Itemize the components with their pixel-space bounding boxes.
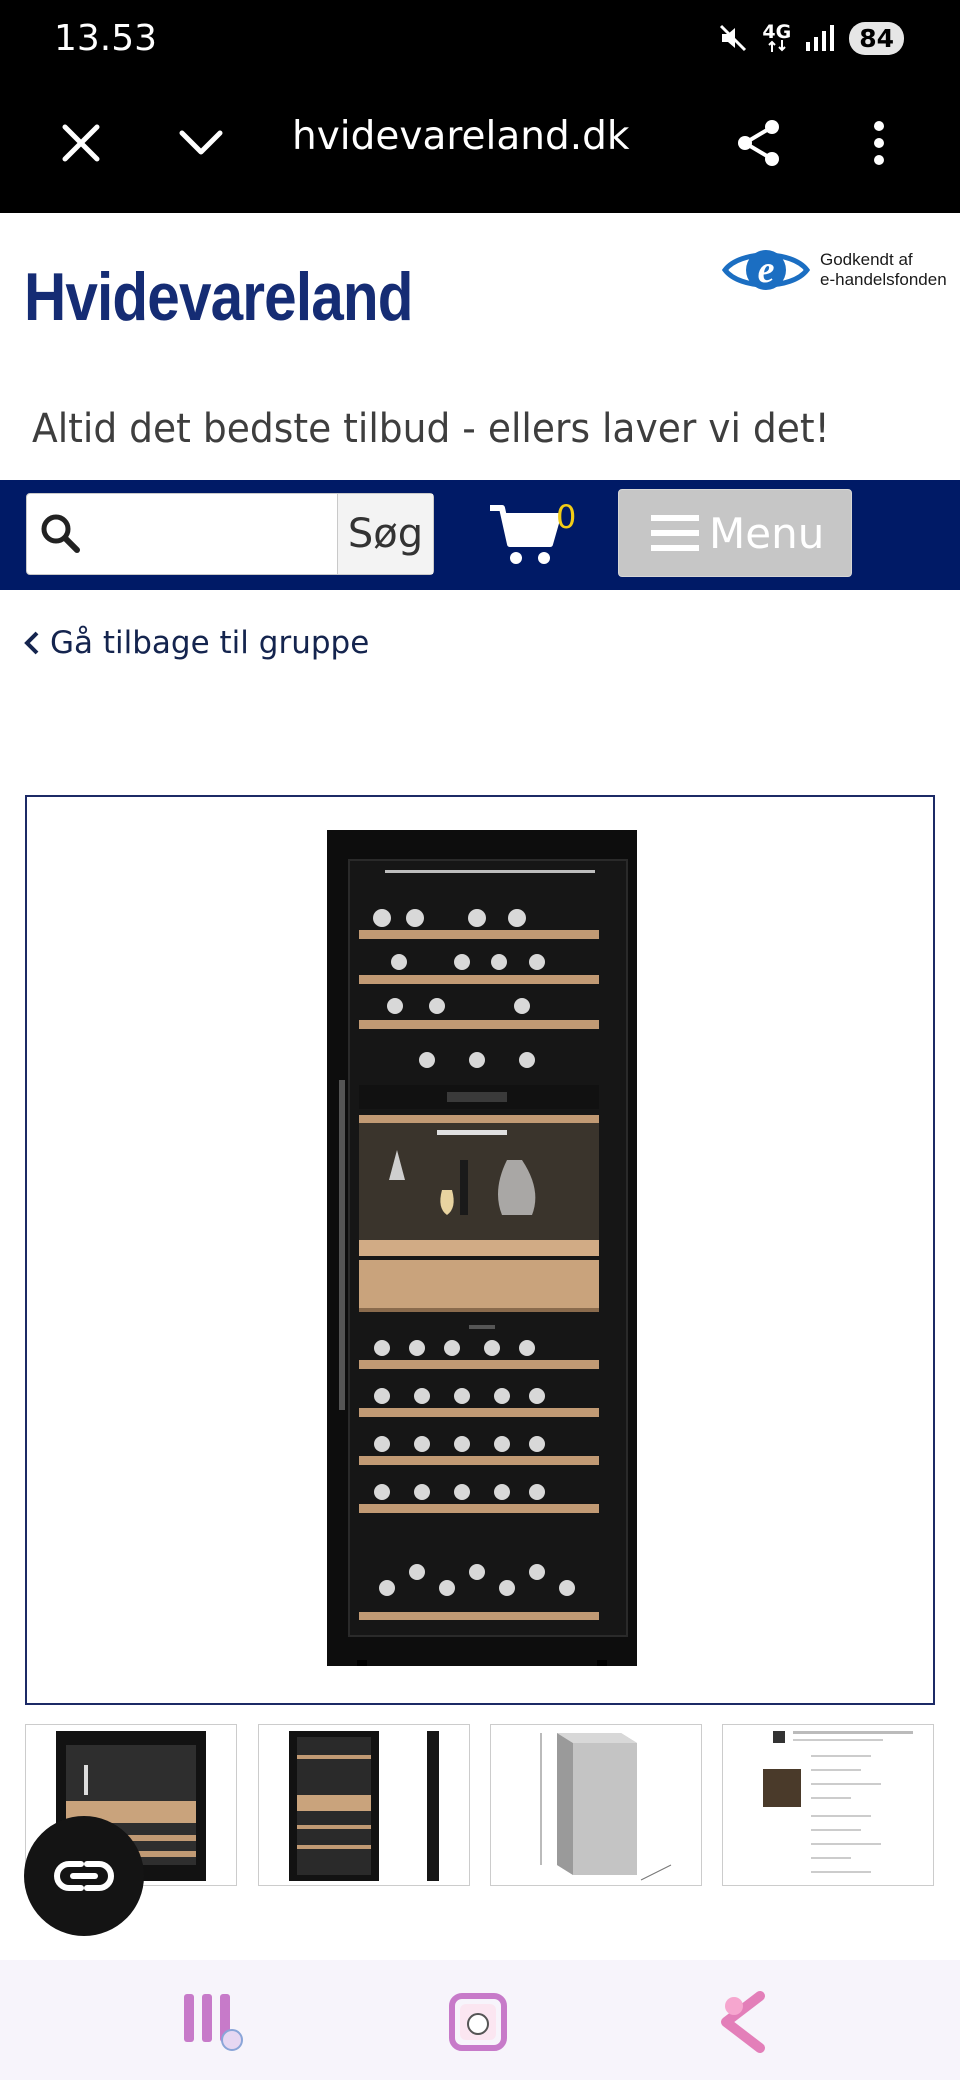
e-handel-badge[interactable]: e Godkendt af e-handelsfonden <box>722 242 947 298</box>
thumbnail-4[interactable] <box>722 1724 934 1886</box>
search-icon-wrap <box>39 512 81 559</box>
thumbnail-3[interactable] <box>490 1724 702 1886</box>
site-nav-bar: Søg 0 Menu <box>0 480 960 590</box>
system-nav-bar <box>0 1960 960 2080</box>
battery-level: 84 <box>849 21 904 55</box>
collapse-button[interactable] <box>166 108 236 178</box>
badge-line1: Godkendt af <box>820 250 913 269</box>
thumb-dimension-drawing-image <box>540 1733 672 1881</box>
network-type: 4G <box>762 21 792 43</box>
hamburger-icon <box>651 515 699 551</box>
link-icon <box>54 1861 114 1891</box>
e-mark-logo-icon: e <box>722 249 810 291</box>
more-options-button[interactable] <box>844 108 914 178</box>
status-bar: 13.53 4G 84 <box>0 0 960 78</box>
search-icon <box>41 514 80 553</box>
home-button[interactable] <box>446 1990 510 2054</box>
cart-count: 0 <box>556 498 577 536</box>
search-box[interactable]: Søg <box>26 493 434 575</box>
signal-icon <box>806 25 835 51</box>
status-icons: 4G 84 <box>718 20 904 56</box>
search-button[interactable]: Søg <box>337 494 433 574</box>
site-logo[interactable]: Hvidevareland <box>24 258 413 336</box>
back-link-label: Gå tilbage til gruppe <box>50 625 370 661</box>
product-main-image[interactable] <box>25 795 935 1705</box>
status-time: 13.53 <box>54 18 158 59</box>
floating-chat-button[interactable] <box>24 1816 144 1936</box>
data-arrows-icon <box>768 40 786 52</box>
menu-label: Menu <box>709 508 825 558</box>
wine-fridge-image <box>327 830 637 1666</box>
badge-line2: e-handelsfonden <box>820 270 947 289</box>
menu-button[interactable]: Menu <box>618 489 852 577</box>
chevron-left-icon <box>24 631 39 655</box>
svg-text:e: e <box>758 249 775 291</box>
browser-toolbar: hvidevareland.dk <box>0 78 960 213</box>
app-screen: { "status_bar": { "time": "13.53", "netw… <box>0 0 960 2080</box>
more-vert-icon <box>874 121 884 165</box>
recent-apps-button[interactable] <box>180 1990 244 2054</box>
chevron-down-icon <box>179 130 223 155</box>
url-text[interactable]: hvidevareland.dk <box>292 114 629 159</box>
mute-icon <box>720 24 747 52</box>
share-button[interactable] <box>724 108 794 178</box>
shopping-cart-icon <box>490 505 561 564</box>
badge-text: Godkendt af e-handelsfonden <box>820 250 947 290</box>
back-to-group-link[interactable]: Gå tilbage til gruppe <box>24 625 369 661</box>
site-tagline: Altid det bedste tilbud - ellers laver v… <box>32 406 830 452</box>
network-indicator: 4G <box>762 21 792 52</box>
close-icon <box>62 124 100 162</box>
back-button[interactable] <box>712 1990 776 2054</box>
close-tab-button[interactable] <box>46 108 116 178</box>
share-icon <box>738 120 779 166</box>
home-icon <box>449 1993 507 2051</box>
cart-button[interactable] <box>488 502 562 573</box>
thumbnail-2[interactable] <box>258 1724 470 1886</box>
thumb-fridge-front-side-image <box>289 1731 439 1881</box>
thumb-spec-sheet-image <box>763 1731 913 1873</box>
recent-apps-icon <box>184 1994 243 2051</box>
back-icon <box>721 1991 765 2053</box>
